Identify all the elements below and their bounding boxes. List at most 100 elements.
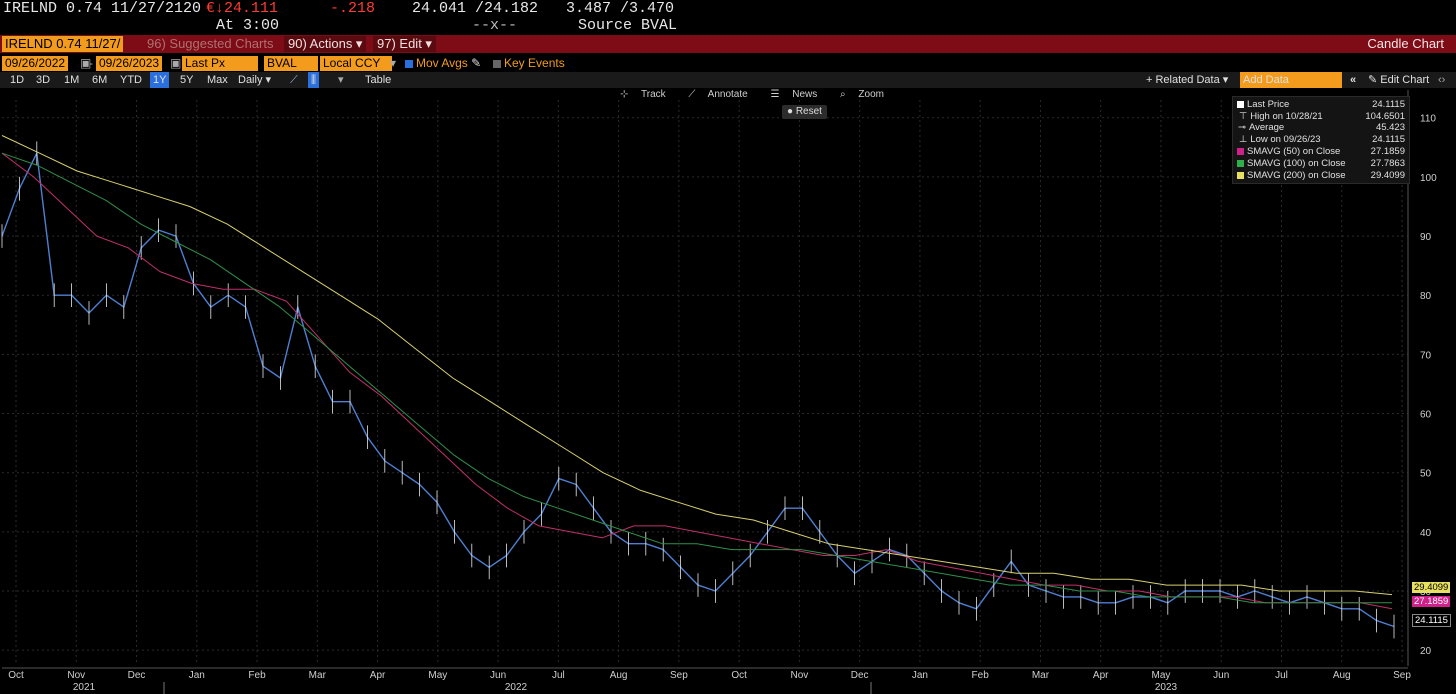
y-tick-label: 20: [1420, 646, 1432, 657]
last-price: €↓24.111: [206, 0, 279, 17]
chart-legend[interactable]: Last Price 24.1115 ⊤ High on 10/28/21 104.6…: [1232, 96, 1410, 184]
x-axis: Oct Nov Dec Jan Feb Mar Apr May Jun Jul Aug Sep Oct N…: [2, 667, 1411, 694]
ticker-label[interactable]: IRELND 0.74 11/27/2120: [3, 0, 201, 17]
x-tick-label: Feb: [972, 670, 990, 681]
period-1d[interactable]: 1D: [10, 72, 24, 88]
y-tick-label: 70: [1420, 350, 1432, 361]
x-tick-label: Jun: [1213, 670, 1229, 681]
key-events-toggle[interactable]: Key Events: [493, 56, 565, 71]
legend-value: 104.6501: [1365, 111, 1405, 122]
reset-icon: ●: [787, 106, 794, 117]
net-change: -.218: [330, 0, 376, 17]
x-tick-label: Nov: [790, 670, 808, 681]
actions-menu[interactable]: 90) Actions ▾: [284, 36, 367, 52]
legend-label: SMAVG (200) on Close: [1247, 170, 1346, 181]
legend-value: 27.7863: [1370, 158, 1405, 169]
period-1y[interactable]: 1Y: [150, 72, 170, 88]
series-line-3: [1, 135, 1393, 596]
x-tick-label: Jul: [1275, 670, 1288, 681]
y-tick-label: 60: [1420, 410, 1432, 421]
yield-bid-ask: 3.487 /3.470: [566, 0, 675, 17]
mov-avgs-toggle[interactable]: Mov Avgs ✎: [405, 56, 481, 71]
last-price-tag: 24.1115: [1412, 614, 1451, 627]
chevron-down-icon[interactable]: ▾: [338, 72, 344, 88]
collapse-icon[interactable]: «: [1350, 72, 1356, 88]
edit-menu[interactable]: 97) Edit ▾: [373, 36, 436, 52]
period-1m[interactable]: 1M: [64, 72, 79, 88]
x-tick-label: Oct: [8, 670, 24, 681]
legend-low: ⊥ Low on 09/26/23 24.1115: [1237, 134, 1405, 145]
x-tick-label: Apr: [1093, 670, 1109, 681]
y-tick-label: 80: [1420, 291, 1432, 302]
pencil-icon[interactable]: ✎: [471, 56, 481, 70]
legend-last-price: Last Price 24.1115: [1237, 99, 1405, 110]
calendar-icon[interactable]: ▣: [170, 56, 181, 71]
table-button[interactable]: Table: [365, 72, 391, 88]
legend-swatch: [1237, 159, 1244, 167]
legend-value: 45.423: [1375, 122, 1405, 133]
checkbox-checked-icon[interactable]: [405, 59, 413, 68]
function-toolbar: IRELND 0.74 11/27/ 96) Suggested Charts …: [0, 35, 1456, 53]
security-field[interactable]: IRELND 0.74 11/27/: [2, 36, 124, 52]
period-ytd[interactable]: YTD: [120, 72, 142, 88]
sma200-value-tag: 29.4099: [1412, 582, 1451, 593]
y-tick-label: 50: [1420, 469, 1432, 480]
suggested-charts-button[interactable]: 96) Suggested Charts: [147, 36, 273, 52]
track-label: Track: [641, 89, 666, 100]
x-tick-label: Aug: [610, 670, 628, 681]
chevron-down-icon[interactable]: ▾: [390, 56, 396, 71]
series-line-2: [1, 152, 1392, 604]
period-6m[interactable]: 6M: [92, 72, 107, 88]
x-tick-label: Feb: [248, 670, 266, 681]
legend-sma50: SMAVG (50) on Close 27.1859: [1237, 146, 1405, 157]
more-icon[interactable]: ‹›: [1438, 72, 1445, 88]
reset-label: Reset: [795, 106, 822, 117]
news-tool[interactable]: ☰ News: [770, 89, 827, 100]
pricing-source-select[interactable]: BVAL: [264, 56, 318, 71]
price-field-select[interactable]: Last Px: [182, 56, 258, 71]
legend-high: ⊤ High on 10/28/21 104.6501: [1237, 111, 1405, 122]
zoom-label: Zoom: [858, 89, 884, 100]
candle-chart-icon[interactable]: ⫼: [308, 72, 320, 88]
legend-sma200: SMAVG (200) on Close 29.4099: [1237, 170, 1405, 181]
legend-value: 24.1115: [1372, 134, 1405, 145]
y-tick-label: 90: [1420, 232, 1432, 243]
legend-label: Last Price: [1247, 99, 1290, 110]
news-label: News: [792, 89, 818, 100]
chart-tools: ⊹ Track ⟋ Annotate ☰ News ⌕ Zoom: [620, 89, 904, 103]
legend-average: ⊸ Average 45.423: [1237, 122, 1405, 133]
legend-value: 27.1859: [1370, 146, 1405, 157]
x-tick-label: May: [428, 670, 447, 681]
x-tick-label: Apr: [370, 670, 386, 681]
legend-sma100: SMAVG (100) on Close 27.7863: [1237, 158, 1405, 169]
edit-chart-button[interactable]: ✎ Edit Chart: [1368, 72, 1429, 88]
end-date-field[interactable]: 09/26/2023: [96, 56, 163, 71]
period-5y[interactable]: 5Y: [180, 72, 193, 88]
period-3d[interactable]: 3D: [36, 72, 50, 88]
zoom-tool[interactable]: ⌕ Zoom: [840, 89, 894, 100]
x-tick-label: Aug: [1333, 670, 1351, 681]
legend-label: SMAVG (50) on Close: [1247, 146, 1341, 157]
quote-time: At 3:00: [216, 17, 280, 34]
track-tool[interactable]: ⊹ Track: [620, 89, 676, 100]
date-separator: -: [89, 56, 93, 70]
legend-value: 29.4099: [1370, 170, 1405, 181]
legend-label: SMAVG (100) on Close: [1247, 158, 1346, 169]
frequency-select[interactable]: Daily ▾: [238, 72, 271, 88]
average-marker-icon: ⊸: [1238, 122, 1246, 133]
annotate-icon: ⟋: [688, 89, 696, 100]
checkbox-unchecked-icon[interactable]: [493, 59, 501, 68]
start-date-field[interactable]: 09/26/2022: [2, 56, 69, 71]
legend-swatch: [1237, 100, 1244, 108]
line-chart-icon[interactable]: ⟋: [290, 72, 298, 88]
x-tick-label: Sep: [670, 670, 688, 681]
related-data-menu[interactable]: + Related Data ▾: [1146, 72, 1228, 88]
legend-swatch: [1237, 147, 1244, 155]
annotate-tool[interactable]: ⟋ Annotate: [688, 89, 757, 100]
zoom-icon: ⌕: [840, 89, 846, 100]
key-events-label: Key Events: [504, 56, 565, 70]
reset-button[interactable]: ● Reset: [782, 105, 827, 119]
period-max[interactable]: Max: [207, 72, 228, 88]
add-data-input[interactable]: Add Data: [1240, 72, 1342, 88]
currency-select[interactable]: Local CCY: [320, 56, 392, 71]
